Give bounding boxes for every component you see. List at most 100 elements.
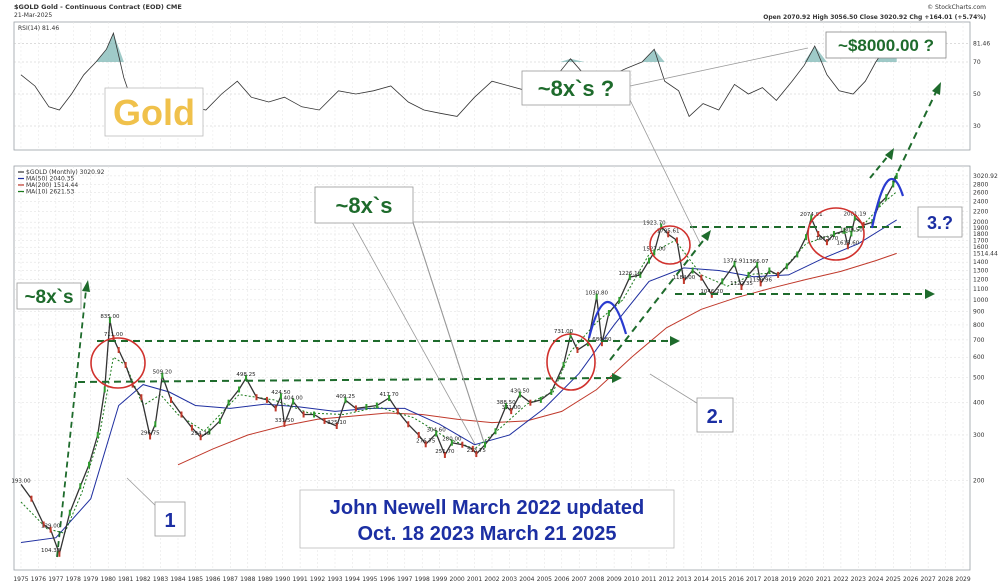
price-value-label: 430.50: [510, 389, 530, 395]
x-tick-label: 2018: [763, 576, 778, 583]
price-tick-label: 900: [973, 309, 985, 316]
x-tick-label: 2029: [955, 576, 970, 583]
rsi-tick-label: 81.46: [973, 41, 990, 48]
x-tick-label: 2023: [851, 576, 866, 583]
price-value-label: 193.00: [11, 478, 31, 484]
x-tick-label: 2001: [467, 576, 482, 583]
x-tick-label: 1976: [31, 576, 46, 583]
gold-title: Gold: [113, 92, 195, 133]
x-tick-label: 2022: [833, 576, 848, 583]
x-tick-label: 1975: [13, 576, 28, 583]
price-tick-label: 2400: [973, 199, 988, 206]
price-value-label: 280.00: [442, 437, 462, 443]
price-value-label: 404.00: [283, 396, 303, 402]
price-y-axis: 3020.92280026002400220020001900180017001…: [973, 173, 998, 485]
price-value-label: 1184.00: [673, 275, 696, 281]
price-value-label: 1226.10: [618, 271, 641, 277]
price-tick-label: 300: [973, 432, 985, 439]
price-value-label: 1030.80: [585, 291, 608, 297]
x-tick-label: 2019: [781, 576, 796, 583]
rsi-panel: 81.46 70 50 30 RSI(14) 81.46 Gold ~$8000.00…: [13, 21, 990, 151]
price-tick-label: 1200: [973, 276, 988, 283]
price-tick-label: 1400: [973, 259, 988, 266]
price-tick-label: 2800: [973, 181, 988, 188]
x-tick-label: 2020: [798, 576, 813, 583]
price-value-label: 1809.50: [840, 227, 863, 233]
x-tick-label: 2024: [868, 576, 883, 583]
x-tick-label: 2003: [502, 576, 517, 583]
price-x-axis: 1975 1976 1977 1978 1979 1980 1981 1982 1983 1984…: [13, 576, 970, 583]
x-tick-label: 2000: [449, 576, 464, 583]
x-tick-label: 2025: [886, 576, 901, 583]
ohlc-readout: Open 2070.92 High 3056.50 Close 3020.92 …: [763, 14, 986, 21]
x-tick-label: 1989: [258, 576, 273, 583]
rsi-tick-label: 70: [973, 59, 981, 66]
price-value-label: 371.00: [502, 405, 522, 411]
wave-2-label: 2.: [707, 406, 724, 428]
price-tick-label: 200: [973, 477, 985, 484]
price-value-label: 409.25: [336, 394, 356, 400]
price-value-label: 835.00: [100, 314, 120, 320]
price-value-label: 498.25: [236, 372, 256, 378]
x-tick-label: 2011: [641, 576, 656, 583]
x-tick-label: 1997: [397, 576, 412, 583]
x-tick-label: 2028: [938, 576, 953, 583]
legend-entry: MA(10) 2621.53: [26, 189, 74, 196]
price-tick-label: 3020.92: [973, 173, 998, 180]
x-tick-label: 2010: [624, 576, 639, 583]
x-tick-label: 1982: [135, 576, 150, 583]
x-tick-label: 2012: [659, 576, 674, 583]
price-tick-label: 1514.44: [973, 250, 998, 257]
x-tick-label: 2015: [711, 576, 726, 583]
price-value-label: 1374.91: [723, 258, 746, 264]
x-tick-label: 2026: [903, 576, 918, 583]
author-line-2: Oct. 18 2023 March 21 2025: [357, 523, 616, 545]
stock-chart: $GOLD Gold - Continuous Contract (EOD) C…: [11, 3, 998, 583]
ann-8xs-q: ~8x`s ?: [538, 76, 614, 101]
x-tick-label: 1999: [432, 576, 447, 583]
x-tick-label: 1994: [345, 576, 360, 583]
price-value-label: 251.70: [435, 449, 455, 455]
author-line-1: John Newell March 2022 updated: [330, 497, 645, 519]
x-tick-label: 2006: [554, 576, 569, 583]
watermark: © StockCharts.com: [927, 4, 986, 11]
price-tick-label: 400: [973, 400, 985, 407]
price-tick-label: 600: [973, 354, 985, 361]
price-value-label: 711.00: [104, 332, 124, 338]
x-tick-label: 2005: [537, 576, 552, 583]
price-value-label: 1923.70: [643, 221, 666, 227]
x-tick-label: 1981: [118, 576, 133, 583]
x-tick-label: 2014: [694, 576, 709, 583]
price-value-label: 417.70: [379, 392, 399, 398]
x-tick-label: 2027: [920, 576, 935, 583]
chart-header: $GOLD Gold - Continuous Contract (EOD) C…: [14, 3, 986, 21]
x-tick-label: 1998: [415, 576, 430, 583]
x-tick-label: 1985: [188, 576, 203, 583]
x-tick-label: 1983: [153, 576, 168, 583]
price-value-label: 129.00: [41, 524, 61, 530]
x-tick-label: 2002: [484, 576, 499, 583]
price-value-label: 1527.00: [643, 246, 666, 252]
price-value-label: 325.10: [327, 420, 347, 426]
x-tick-label: 1993: [327, 576, 342, 583]
ann-8xs-mid: ~8x`s: [336, 193, 393, 218]
price-value-label: 509.20: [153, 370, 173, 376]
symbol-line: $GOLD Gold - Continuous Contract (EOD) C…: [14, 3, 182, 11]
x-tick-label: 1988: [240, 576, 255, 583]
x-tick-label: 2009: [606, 576, 621, 583]
rsi-legend: RSI(14) 81.46: [18, 25, 59, 32]
price-tick-label: 2200: [973, 208, 988, 215]
price-value-label: 1159.96: [749, 277, 772, 283]
x-tick-label: 1984: [170, 576, 185, 583]
price-value-label: 294.20: [191, 431, 211, 437]
price-tick-label: 1100: [973, 286, 988, 293]
rsi-axis: 81.46 70 50 30: [973, 41, 990, 130]
rsi-tick-label: 50: [973, 91, 981, 98]
x-tick-label: 1990: [275, 576, 290, 583]
rsi-tick-label: 30: [973, 123, 981, 130]
x-tick-label: 2016: [729, 576, 744, 583]
price-tick-label: 500: [973, 375, 985, 382]
price-value-label: 331.50: [275, 418, 295, 424]
x-tick-label: 2008: [589, 576, 604, 583]
x-tick-label: 1980: [101, 576, 116, 583]
